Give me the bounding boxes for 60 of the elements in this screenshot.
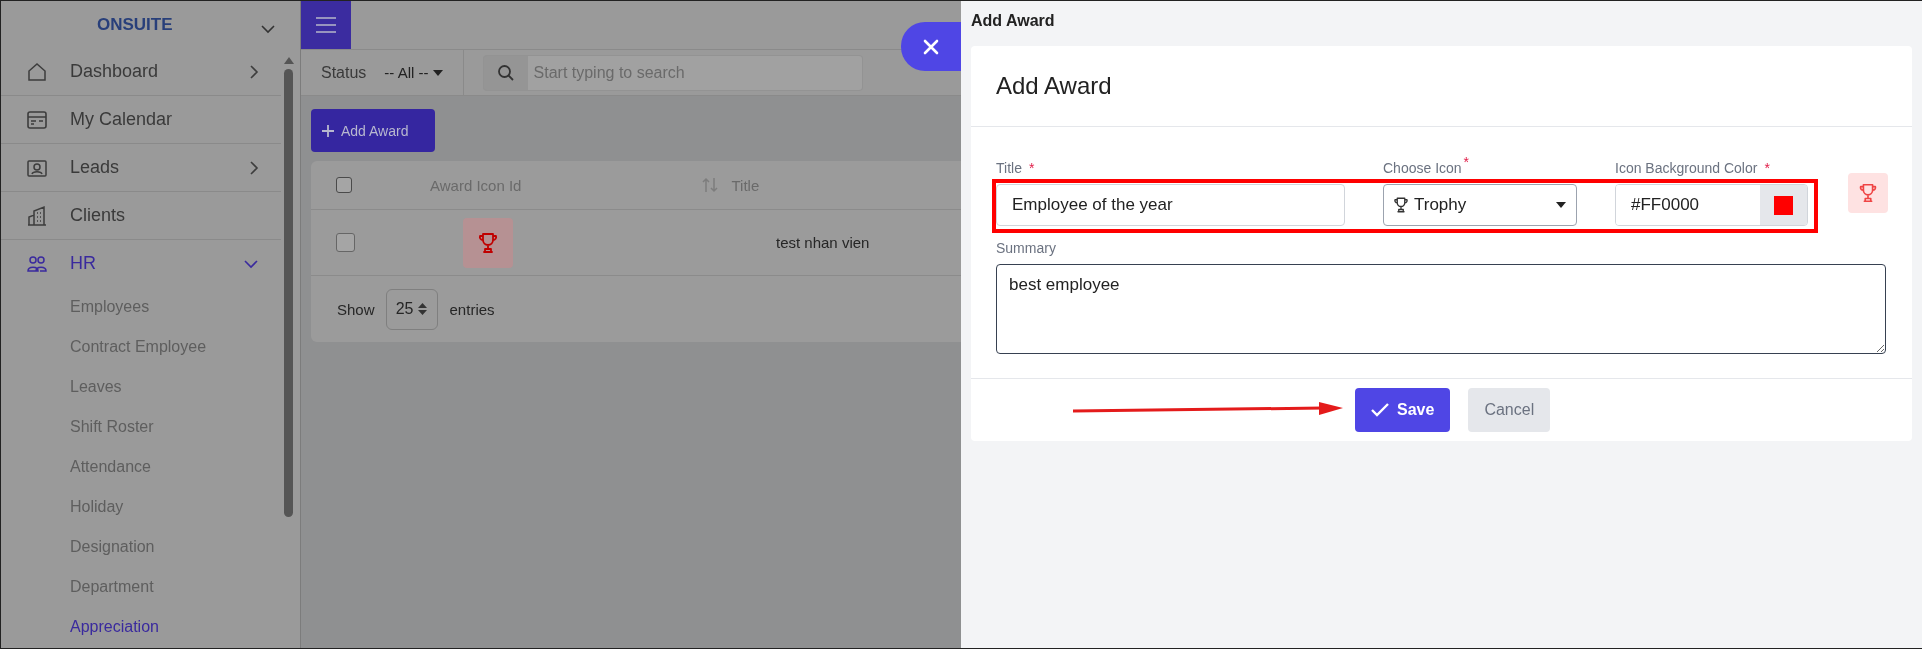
sidebar-subitem[interactable]: Designation: [1, 527, 281, 567]
sidebar-subitem[interactable]: Holiday: [1, 487, 281, 527]
sidebar-item[interactable]: Clients: [1, 192, 281, 240]
chevron-right-icon: [249, 63, 259, 80]
menu-icon: [315, 16, 337, 34]
chevron-right-icon: [249, 159, 259, 176]
building-icon: [26, 204, 48, 227]
close-icon: [923, 38, 939, 55]
summary-field[interactable]: best employee: [996, 264, 1886, 354]
trophy-icon: [1392, 196, 1410, 214]
chevron-down-icon: [243, 258, 259, 269]
field-label: Summary: [996, 240, 1056, 256]
sidebar-item[interactable]: My Calendar: [1, 96, 281, 144]
sidebar-subitem[interactable]: Contract Employee: [1, 327, 281, 367]
sidebar-subitem[interactable]: Department: [1, 567, 281, 607]
caret-down-icon: [432, 69, 443, 76]
menu-button[interactable]: [301, 1, 351, 49]
sidebar-item[interactable]: Leads: [1, 144, 281, 192]
color-field[interactable]: #FF0000: [1615, 184, 1808, 226]
required-mark: *: [1028, 160, 1035, 176]
scroll-up-icon[interactable]: [282, 56, 295, 64]
scrollbar-thumb[interactable]: [284, 69, 293, 517]
sidebar-subitem[interactable]: Employees: [1, 287, 281, 327]
row-checkbox[interactable]: [336, 233, 355, 252]
add-award-button[interactable]: Add Award: [311, 109, 435, 152]
brand-logo: ONSUITE: [97, 14, 173, 35]
select-all-checkbox[interactable]: [336, 177, 352, 193]
calendar-icon: [26, 108, 48, 131]
sidebar-subitem[interactable]: Appreciation: [1, 607, 281, 647]
required-mark: *: [1463, 154, 1470, 170]
sidebar-subitem[interactable]: Shift Roster: [1, 407, 281, 447]
close-button[interactable]: [901, 22, 961, 71]
save-button[interactable]: Save: [1355, 388, 1451, 432]
table-cell: test nhan vien: [776, 234, 870, 251]
color-swatch[interactable]: [1774, 195, 1793, 215]
sidebar-item[interactable]: Dashboard: [1, 48, 281, 96]
home-icon: [26, 60, 48, 83]
required-mark: *: [1764, 160, 1770, 176]
page-size-select[interactable]: 25: [385, 288, 438, 330]
trophy-icon: [1857, 182, 1879, 204]
field-label: Icon Background Color *: [1615, 160, 1770, 176]
show-label: Show: [337, 300, 375, 318]
caret-down-icon: [1556, 202, 1566, 208]
panel-header: Add Award: [970, 11, 1056, 31]
trophy-icon: [476, 230, 500, 255]
form-title: Add Award: [971, 46, 1912, 127]
check-icon: [1371, 403, 1389, 417]
sort-arrows-icon: [418, 302, 428, 316]
plus-icon: [321, 123, 335, 138]
cancel-button[interactable]: Cancel: [1468, 388, 1551, 432]
title-field[interactable]: Employee of the year: [996, 184, 1345, 226]
sidebar-subitem[interactable]: Leaves: [1, 367, 281, 407]
chevron-down-icon: [260, 24, 276, 34]
sidebar-subitem[interactable]: Attendance: [1, 447, 281, 487]
sidebar-item[interactable]: HR: [1, 240, 281, 287]
icon-dropdown[interactable]: Trophy: [1383, 184, 1577, 226]
entries-label: entries: [449, 300, 495, 318]
status-label: Status: [321, 63, 367, 82]
status-dropdown[interactable]: -- All --: [384, 50, 464, 95]
field-label: Title *: [996, 160, 1035, 176]
